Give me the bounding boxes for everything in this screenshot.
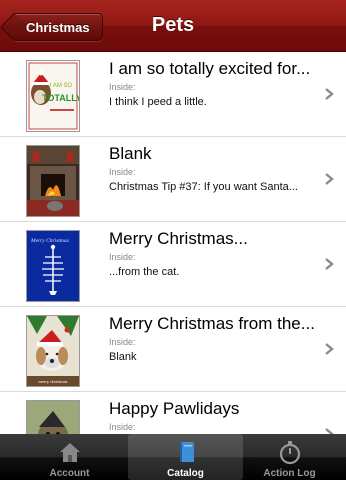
card-title: I am so totally excited for... [109, 59, 311, 78]
inside-label: Inside: [109, 337, 136, 347]
tab-action-log[interactable]: Action Log [232, 434, 346, 480]
list-item[interactable]: Happy Pawlidays Inside: [0, 392, 346, 435]
card-thumbnail: I AM SO TOTALLY [26, 60, 80, 132]
nav-bar: Christmas Pets [0, 0, 346, 52]
chevron-right-icon [325, 173, 334, 185]
list-item[interactable]: Blank Inside: Christmas Tip #37: If you … [0, 137, 346, 222]
back-button-label: Christmas [26, 20, 90, 35]
card-text: TOTALLY [42, 93, 79, 103]
back-button[interactable]: Christmas [11, 13, 103, 41]
tab-label: Account [49, 468, 90, 479]
list-item[interactable]: Merry Christmas Merry Christmas... Insid… [0, 222, 346, 307]
list-item[interactable]: merry christmas Merry Christmas from the… [0, 307, 346, 392]
tab-label: Action Log [263, 468, 316, 479]
tab-catalog[interactable]: Catalog [128, 434, 243, 480]
card-title: Merry Christmas from the... [109, 314, 315, 333]
tab-account[interactable]: Account [12, 434, 127, 480]
inside-label: Inside: [109, 252, 136, 262]
house-icon [59, 443, 80, 462]
list-item[interactable]: I AM SO TOTALLY I am so totally excited … [0, 52, 346, 137]
card-thumbnail: Merry Christmas [26, 230, 80, 302]
inside-text: Blank [109, 351, 137, 363]
chevron-right-icon [325, 343, 334, 355]
inside-label: Inside: [109, 167, 136, 177]
tab-bar: Account Catalog Action Log [0, 434, 346, 480]
card-thumbnail [26, 145, 80, 217]
inside-text: I think I peed a little. [109, 96, 207, 108]
chevron-right-icon [325, 258, 334, 270]
card-text: I AM SO [50, 83, 73, 89]
card-thumbnail: merry christmas [26, 315, 80, 387]
tab-label: Catalog [167, 468, 204, 479]
inside-label: Inside: [109, 82, 136, 92]
card-list[interactable]: I AM SO TOTALLY I am so totally excited … [0, 52, 346, 435]
chevron-right-icon [325, 88, 334, 100]
inside-label: Inside: [109, 422, 136, 432]
card-text: merry christmas [38, 379, 67, 384]
card-title: Happy Pawlidays [109, 399, 240, 418]
inside-text: ...from the cat. [109, 266, 180, 278]
card-text: Merry Christmas [30, 238, 69, 244]
stopwatch-icon [279, 441, 300, 465]
card-title: Blank [109, 144, 152, 163]
book-icon [179, 442, 194, 462]
card-thumbnail [26, 400, 80, 435]
card-title: Merry Christmas... [109, 229, 248, 248]
inside-text: Christmas Tip #37: If you want Santa... [109, 181, 298, 193]
